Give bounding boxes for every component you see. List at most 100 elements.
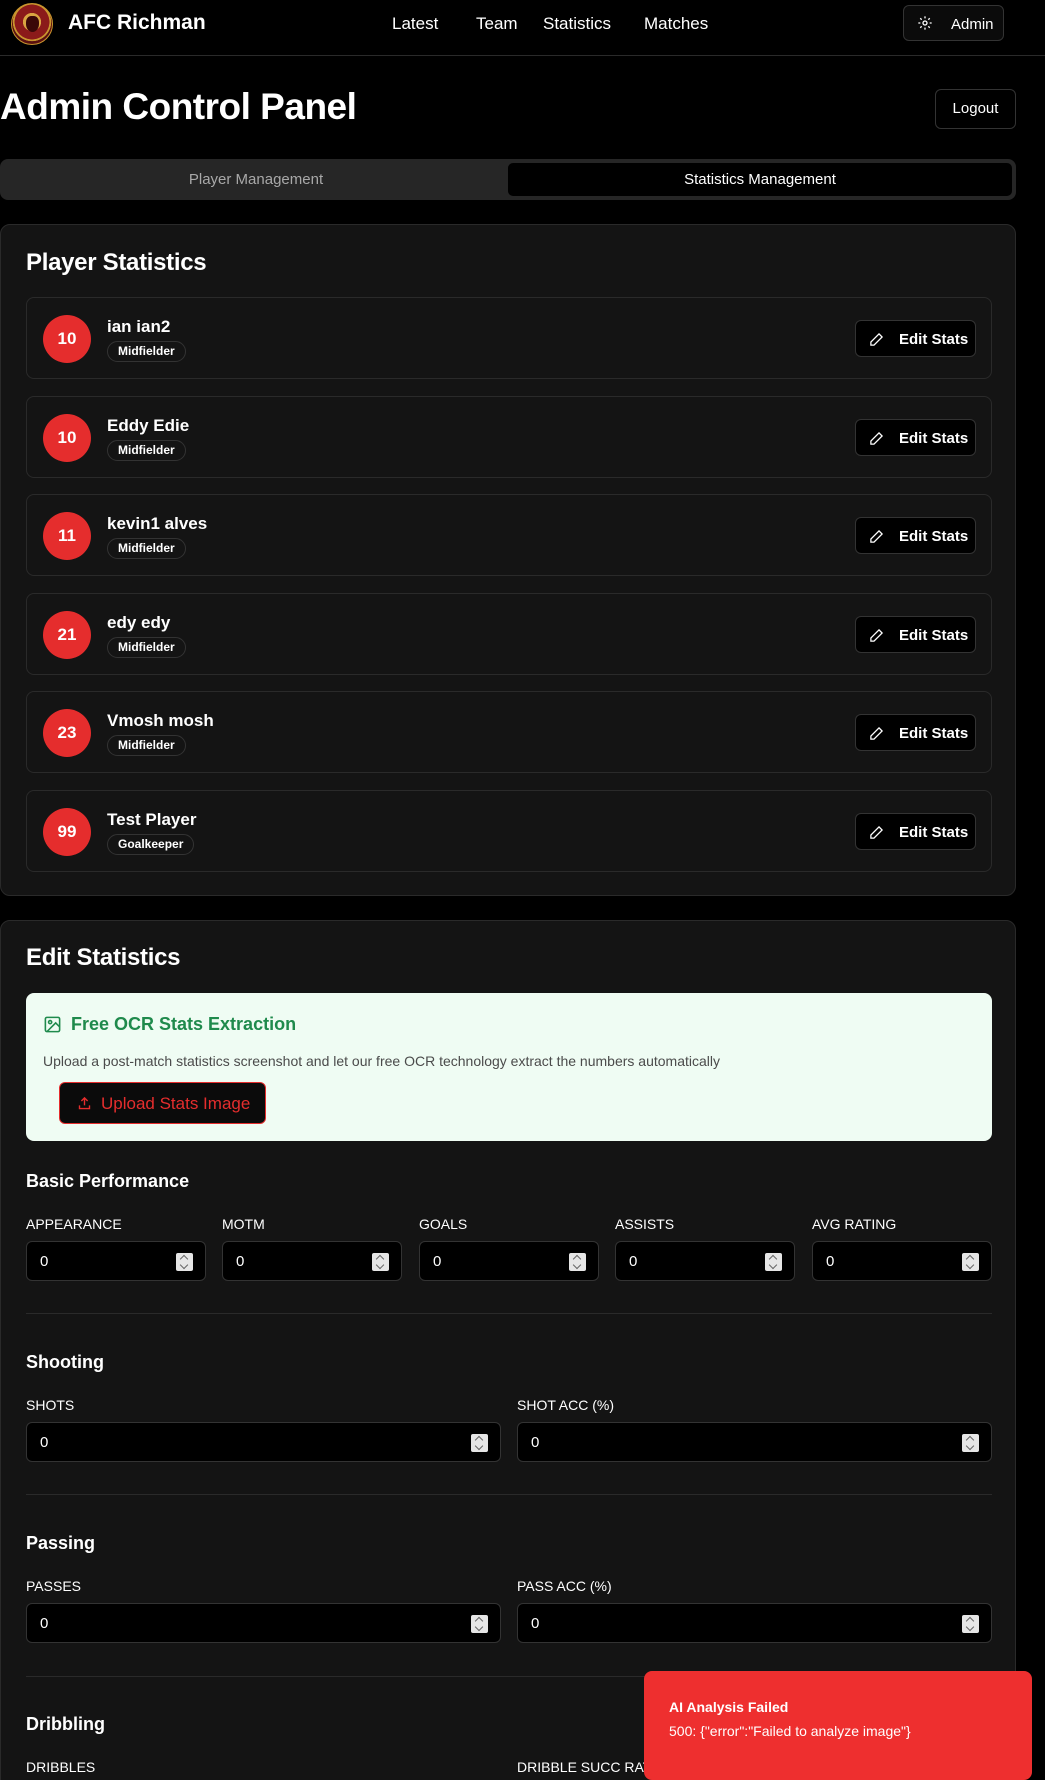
number-stepper[interactable]	[176, 1253, 193, 1271]
toast-title: AI Analysis Failed	[669, 1699, 789, 1715]
avg-rating-input[interactable]: 0	[812, 1241, 992, 1281]
toast-message: 500: {"error":"Failed to analyze image"}	[669, 1723, 911, 1739]
top-nav-bar: AFC Richman Latest Team Statistics Match…	[0, 0, 1045, 56]
admin-button[interactable]: Admin	[903, 5, 1004, 41]
pencil-icon	[870, 726, 884, 740]
player-row: 23 Vmosh mosh Midfielder Edit Stats	[26, 691, 992, 773]
player-name: Test Player	[107, 810, 197, 829]
avg-rating-label: AVG RATING	[812, 1216, 897, 1232]
motm-label: MOTM	[222, 1216, 265, 1232]
pass-acc-input[interactable]: 0	[517, 1603, 992, 1643]
edit-stats-button[interactable]: Edit Stats	[855, 419, 976, 456]
upload-label: Upload Stats Image	[101, 1094, 251, 1113]
appearance-value: 0	[40, 1253, 49, 1270]
number-stepper[interactable]	[962, 1253, 979, 1271]
jersey-number: 23	[43, 709, 91, 757]
assists-input[interactable]: 0	[615, 1241, 795, 1281]
shots-input[interactable]: 0	[26, 1422, 501, 1462]
edit-stats-label: Edit Stats	[899, 627, 969, 644]
image-icon	[44, 1016, 61, 1033]
pencil-icon	[870, 628, 884, 642]
jersey-number: 99	[43, 808, 91, 856]
basic-performance-heading: Basic Performance	[26, 1171, 190, 1191]
number-stepper[interactable]	[962, 1615, 979, 1633]
edit-stats-label: Edit Stats	[899, 725, 969, 742]
brand-name[interactable]: AFC Richman	[68, 11, 206, 35]
pencil-icon	[870, 431, 884, 445]
appearance-label: APPEARANCE	[26, 1216, 122, 1232]
position-badge: Midfielder	[107, 341, 186, 362]
number-stepper[interactable]	[372, 1253, 389, 1271]
passes-value: 0	[40, 1615, 49, 1632]
player-name: ian ian2	[107, 317, 171, 336]
position-badge: Goalkeeper	[107, 834, 195, 855]
player-row: 21 edy edy Midfielder Edit Stats	[26, 593, 992, 675]
assists-value: 0	[629, 1253, 638, 1270]
motm-value: 0	[236, 1253, 245, 1270]
tab-statistics-management[interactable]: Statistics Management	[508, 163, 1012, 196]
jersey-number: 10	[43, 414, 91, 462]
player-name: kevin1 alves	[107, 514, 208, 533]
nav-link-statistics[interactable]: Statistics	[543, 14, 611, 34]
section-divider	[26, 1494, 992, 1495]
nav-link-matches[interactable]: Matches	[644, 14, 708, 34]
nav-link-latest[interactable]: Latest	[392, 14, 438, 34]
passes-input[interactable]: 0	[26, 1603, 501, 1643]
number-stepper[interactable]	[471, 1615, 488, 1633]
position-badge: Midfielder	[107, 440, 186, 461]
shots-value: 0	[40, 1434, 49, 1451]
dribbling-heading: Dribbling	[26, 1714, 105, 1734]
edit-stats-button[interactable]: Edit Stats	[855, 813, 976, 850]
shot-acc-value: 0	[531, 1434, 540, 1451]
ocr-description: Upload a post-match statistics screensho…	[43, 1053, 720, 1069]
pass-acc-value: 0	[531, 1615, 540, 1632]
number-stepper[interactable]	[962, 1434, 979, 1452]
number-stepper[interactable]	[765, 1253, 782, 1271]
jersey-number: 11	[43, 512, 91, 560]
position-badge: Midfielder	[107, 735, 186, 756]
number-stepper[interactable]	[569, 1253, 586, 1271]
admin-tabs: Player Management Statistics Management	[0, 159, 1016, 200]
player-row: 10 Eddy Edie Midfielder Edit Stats	[26, 396, 992, 478]
tab-player-management[interactable]: Player Management	[4, 163, 508, 196]
player-statistics-card: Player Statistics 10 ian ian2 Midfielder…	[0, 224, 1016, 896]
passes-label: PASSES	[26, 1578, 81, 1594]
edit-stats-button[interactable]: Edit Stats	[855, 714, 976, 751]
error-toast[interactable]: AI Analysis Failed 500: {"error":"Failed…	[644, 1671, 1032, 1780]
club-crest-logo[interactable]	[11, 3, 53, 45]
jersey-number: 10	[43, 315, 91, 363]
pass-acc-label: PASS ACC (%)	[517, 1578, 612, 1594]
player-statistics-title: Player Statistics	[26, 249, 207, 276]
number-stepper[interactable]	[471, 1434, 488, 1452]
admin-label: Admin	[951, 16, 994, 33]
avg-rating-value: 0	[826, 1253, 835, 1270]
shot-acc-input[interactable]: 0	[517, 1422, 992, 1462]
position-badge: Midfielder	[107, 538, 186, 559]
ocr-title: Free OCR Stats Extraction	[71, 1014, 297, 1034]
pencil-icon	[870, 529, 884, 543]
pencil-icon	[870, 825, 884, 839]
nav-link-team[interactable]: Team	[476, 14, 518, 34]
edit-stats-label: Edit Stats	[899, 430, 969, 447]
edit-statistics-card: Edit Statistics Free OCR Stats Extractio…	[0, 920, 1016, 1780]
player-row: 11 kevin1 alves Midfielder Edit Stats	[26, 494, 992, 576]
edit-stats-button[interactable]: Edit Stats	[855, 517, 976, 554]
edit-stats-button[interactable]: Edit Stats	[855, 320, 976, 357]
edit-stats-label: Edit Stats	[899, 331, 969, 348]
goals-value: 0	[433, 1253, 442, 1270]
passing-heading: Passing	[26, 1533, 96, 1553]
appearance-input[interactable]: 0	[26, 1241, 206, 1281]
section-divider	[26, 1313, 992, 1314]
upload-stats-image-button[interactable]: Upload Stats Image	[59, 1082, 266, 1124]
shots-label: SHOTS	[26, 1397, 75, 1413]
edit-stats-button[interactable]: Edit Stats	[855, 616, 976, 653]
edit-stats-label: Edit Stats	[899, 528, 969, 545]
jersey-number: 21	[43, 611, 91, 659]
player-row: 10 ian ian2 Midfielder Edit Stats	[26, 297, 992, 379]
player-name: edy edy	[107, 613, 171, 632]
goals-label: GOALS	[419, 1216, 468, 1232]
motm-input[interactable]: 0	[222, 1241, 402, 1281]
edit-stats-label: Edit Stats	[899, 824, 969, 841]
goals-input[interactable]: 0	[419, 1241, 599, 1281]
logout-button[interactable]: Logout	[935, 89, 1016, 129]
